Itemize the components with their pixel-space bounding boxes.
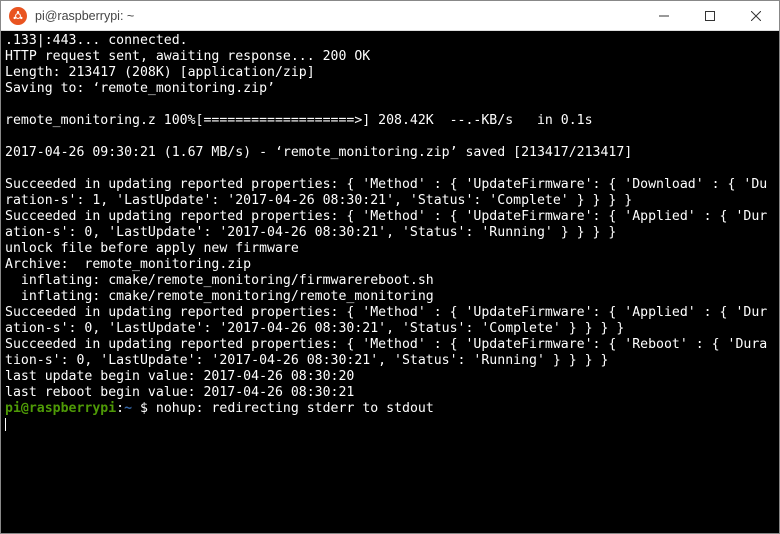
close-button[interactable] bbox=[733, 1, 779, 31]
terminal-body[interactable]: .133|:443... connected. HTTP request sen… bbox=[1, 31, 779, 533]
window-title: pi@raspberrypi: ~ bbox=[35, 9, 641, 23]
titlebar: pi@raspberrypi: ~ bbox=[1, 1, 779, 31]
minimize-button[interactable] bbox=[641, 1, 687, 31]
terminal-output: .133|:443... connected. HTTP request sen… bbox=[5, 33, 767, 400]
cursor bbox=[5, 418, 6, 431]
ubuntu-icon bbox=[9, 7, 27, 25]
prompt-colon: : bbox=[116, 401, 124, 416]
prompt-user-host: pi@raspberrypi bbox=[5, 401, 116, 416]
prompt-path: ~ bbox=[124, 401, 132, 416]
terminal-window: pi@raspberrypi: ~ .133|:443... connected… bbox=[0, 0, 780, 534]
terminal-after-prompt: nohup: redirecting stderr to stdout bbox=[156, 401, 434, 416]
prompt-dollar: $ bbox=[132, 401, 156, 416]
maximize-button[interactable] bbox=[687, 1, 733, 31]
